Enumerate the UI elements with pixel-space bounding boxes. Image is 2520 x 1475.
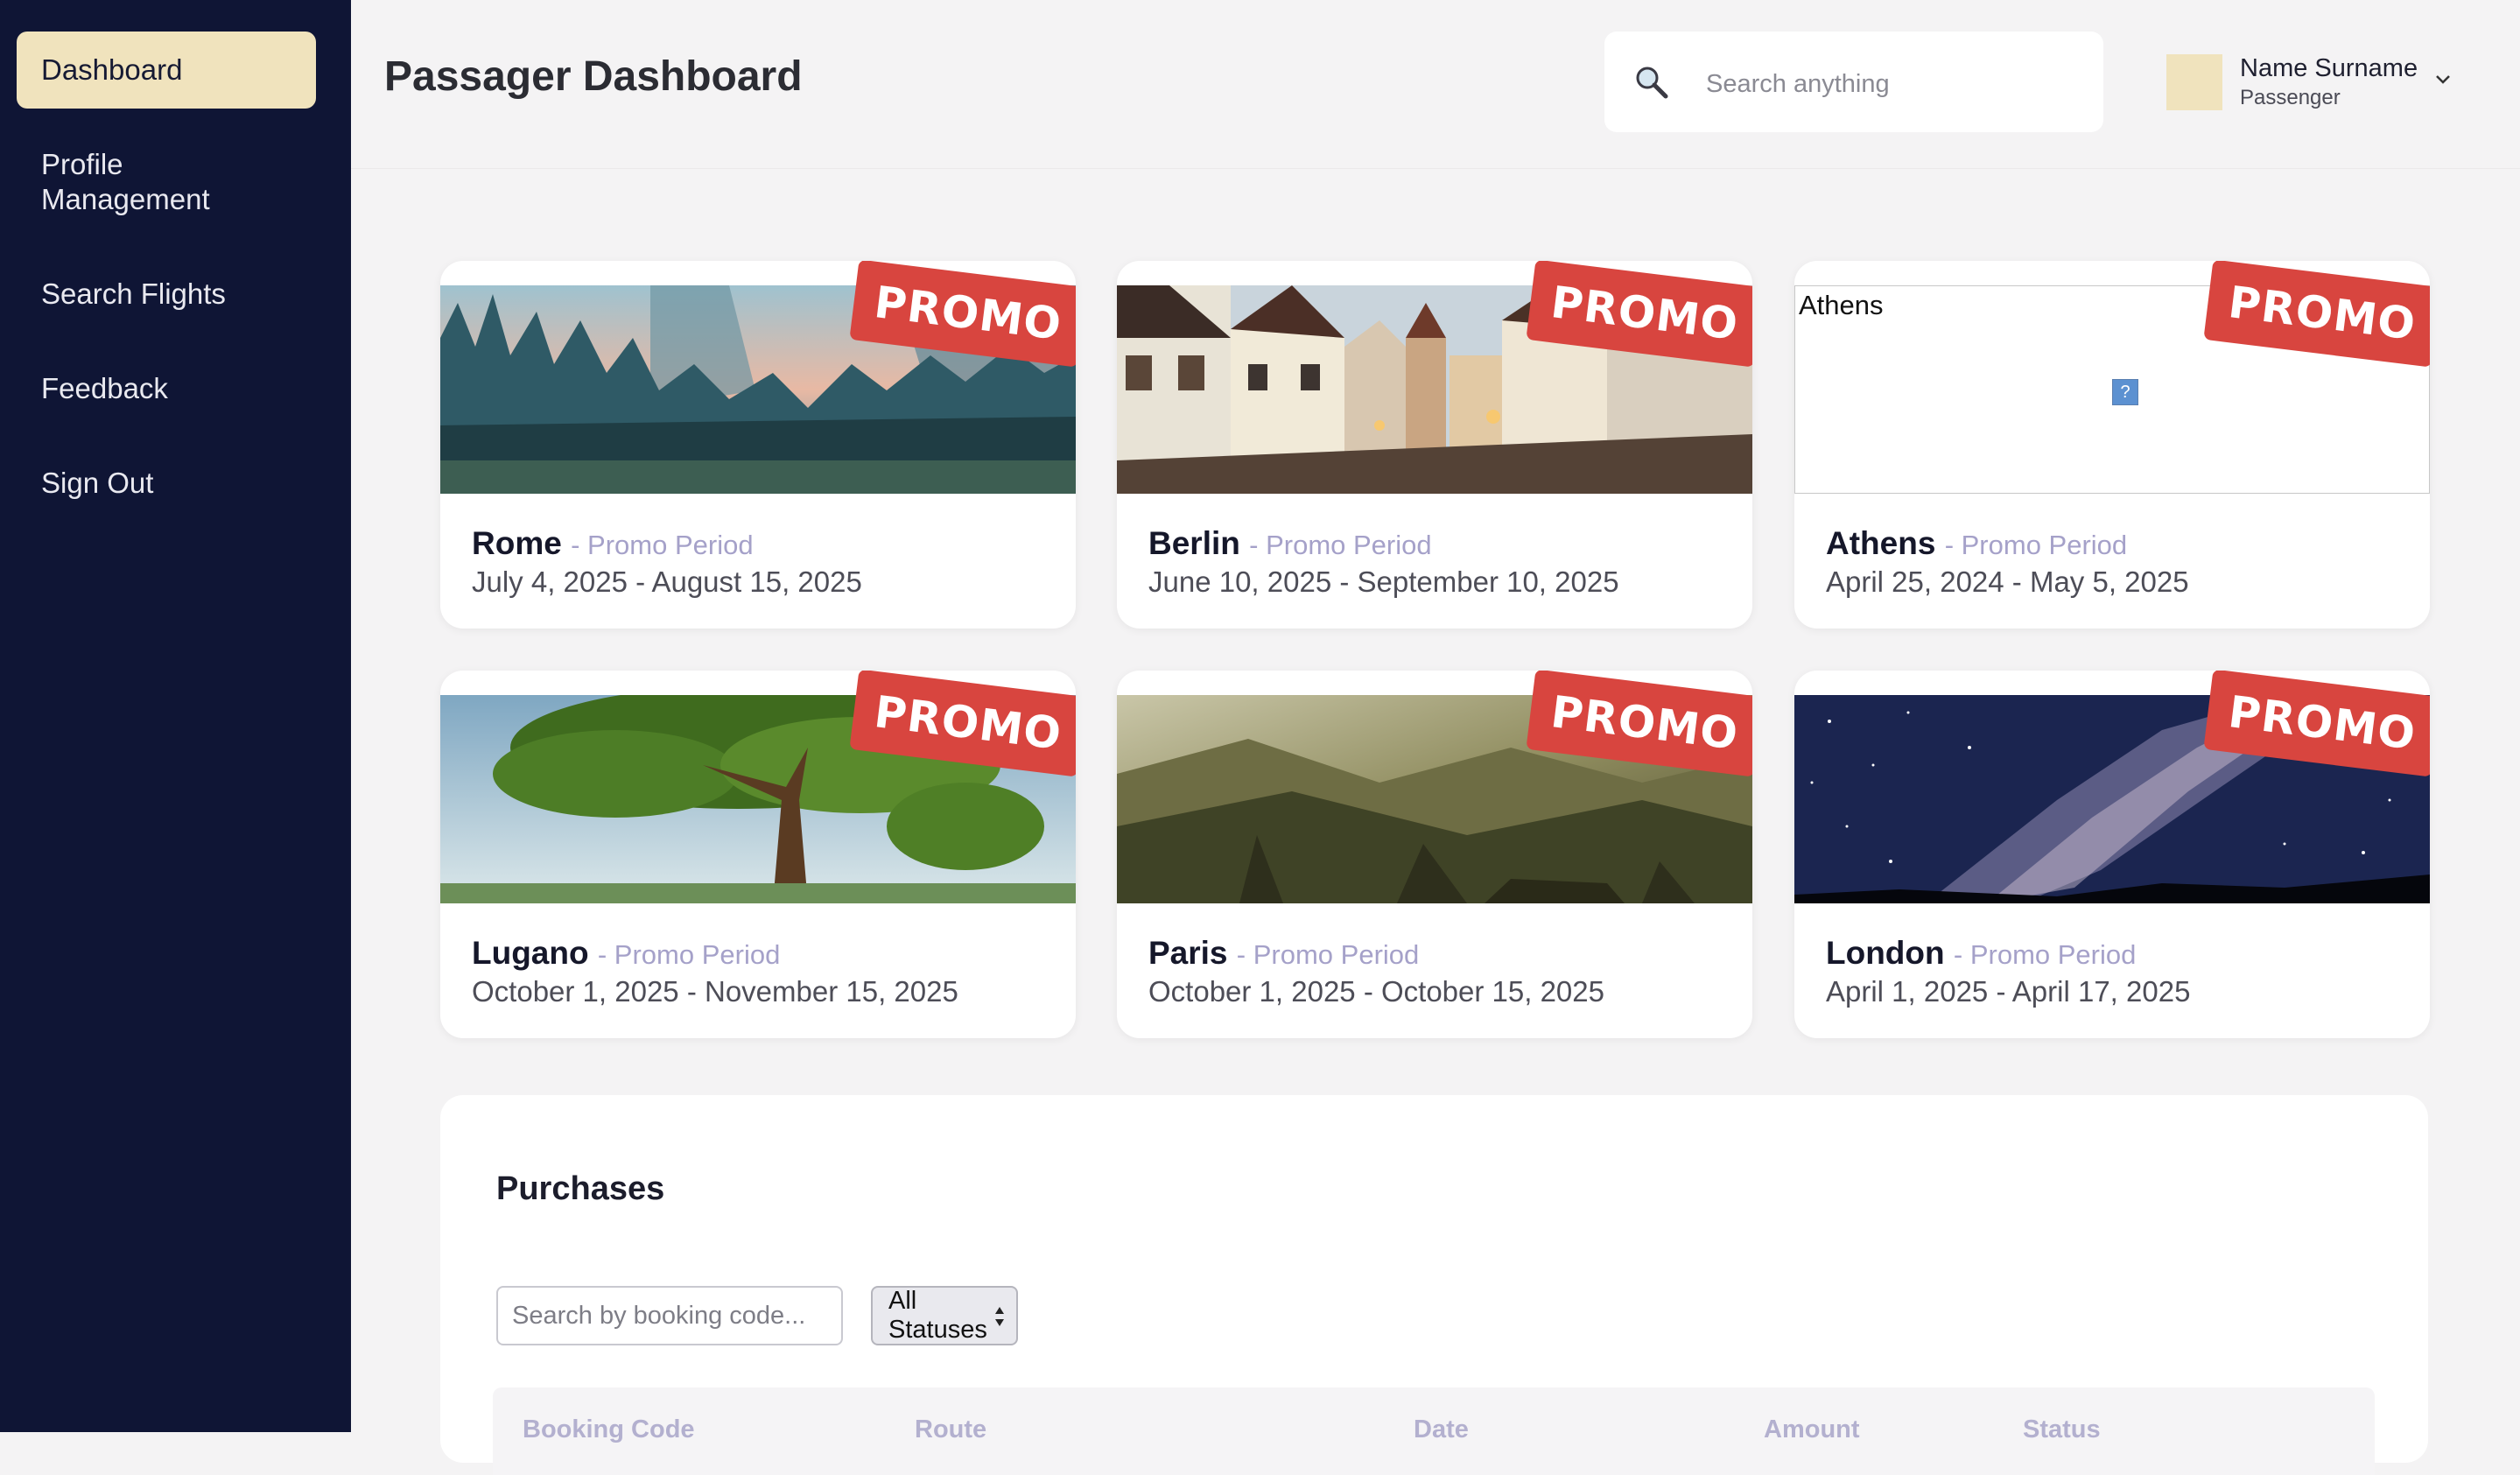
city-name: Athens [1826, 525, 1936, 561]
card-title: Berlin - Promo Period [1148, 525, 1432, 562]
column-header-route[interactable]: Route [915, 1415, 986, 1444]
promo-dates: April 1, 2025 - April 17, 2025 [1826, 975, 2191, 1008]
promo-dates: April 25, 2024 - May 5, 2025 [1826, 565, 2189, 598]
sidebar-item-sign-out[interactable]: Sign Out [17, 466, 316, 501]
sidebar-item-label: Dashboard [41, 53, 183, 86]
chevron-down-icon[interactable] [2433, 70, 2453, 89]
destination-card-london[interactable]: PROMO London - Promo Period April 1, 202… [1794, 671, 2430, 1038]
promo-period-label: - Promo Period [571, 530, 754, 560]
sidebar-item-label: Feedback [41, 372, 168, 404]
sidebar: Dashboard Profile Management Search Flig… [0, 0, 351, 1432]
card-title: Rome - Promo Period [472, 525, 754, 562]
promo-dates: June 10, 2025 - September 10, 2025 [1148, 565, 1619, 598]
card-title: London - Promo Period [1826, 935, 2136, 972]
destination-card-paris[interactable]: PROMO Paris - Promo Period October 1, 20… [1117, 671, 1752, 1038]
city-name: Paris [1148, 935, 1228, 971]
promo-period-label: - Promo Period [1249, 530, 1432, 560]
column-header-booking-code[interactable]: Booking Code [523, 1415, 695, 1444]
promo-dates: October 1, 2025 - October 15, 2025 [1148, 975, 1604, 1008]
city-name: Rome [472, 525, 562, 561]
column-header-status[interactable]: Status [2023, 1415, 2101, 1444]
destination-card-rome[interactable]: PROMO Rome - Promo Period July 4, 2025 -… [440, 261, 1076, 629]
user-name[interactable]: Name Surname [2240, 54, 2418, 83]
sidebar-item-search-flights[interactable]: Search Flights [17, 277, 316, 312]
image-alt-text: Athens [1799, 290, 1884, 320]
destination-card-berlin[interactable]: PROMO Berlin - Promo Period June 10, 202… [1117, 261, 1752, 629]
promo-period-label: - Promo Period [1944, 530, 2128, 560]
broken-image-icon: ? [2112, 379, 2138, 405]
column-header-amount[interactable]: Amount [1764, 1415, 1860, 1444]
destination-card-lugano[interactable]: PROMO Lugano - Promo Period October 1, 2… [440, 671, 1076, 1038]
search-placeholder: Search anything [1706, 70, 1890, 98]
global-search-input[interactable]: Search anything [1604, 32, 2103, 132]
select-arrows-icon [995, 1307, 1004, 1326]
page-title: Passager Dashboard [384, 53, 803, 100]
card-title: Paris - Promo Period [1148, 935, 1419, 972]
sidebar-item-feedback[interactable]: Feedback [17, 371, 316, 406]
card-title: Athens - Promo Period [1826, 525, 2127, 562]
destination-card-athens[interactable]: Athens ? PROMO Athens - Promo Period Apr… [1794, 261, 2430, 629]
sidebar-item-label: Search Flights [41, 277, 226, 310]
booking-code-search-input[interactable] [496, 1286, 843, 1345]
avatar[interactable] [2166, 54, 2222, 110]
user-role: Passenger [2240, 86, 2341, 109]
sidebar-item-profile-management[interactable]: Profile Management [17, 147, 316, 217]
card-title: Lugano - Promo Period [472, 935, 780, 972]
promo-period-label: - Promo Period [597, 939, 781, 970]
city-name: Berlin [1148, 525, 1240, 561]
promo-dates: July 4, 2025 - August 15, 2025 [472, 565, 862, 598]
city-name: Lugano [472, 935, 589, 971]
sidebar-item-label: Profile Management [41, 148, 210, 215]
purchases-table-header: Booking Code Route Date Amount Status [493, 1387, 2375, 1475]
status-filter-select[interactable]: All Statuses [871, 1286, 1018, 1345]
promo-period-label: - Promo Period [1953, 939, 2137, 970]
search-icon [1636, 67, 1668, 99]
promo-period-label: - Promo Period [1236, 939, 1420, 970]
sidebar-item-dashboard[interactable]: Dashboard [17, 32, 316, 109]
purchases-panel: Purchases All Statuses Booking Code Rout… [440, 1095, 2428, 1475]
promo-dates: October 1, 2025 - November 15, 2025 [472, 975, 958, 1008]
column-header-date[interactable]: Date [1414, 1415, 1469, 1444]
city-name: London [1826, 935, 1945, 971]
sidebar-item-label: Sign Out [41, 467, 154, 499]
purchases-title: Purchases [496, 1170, 665, 1207]
